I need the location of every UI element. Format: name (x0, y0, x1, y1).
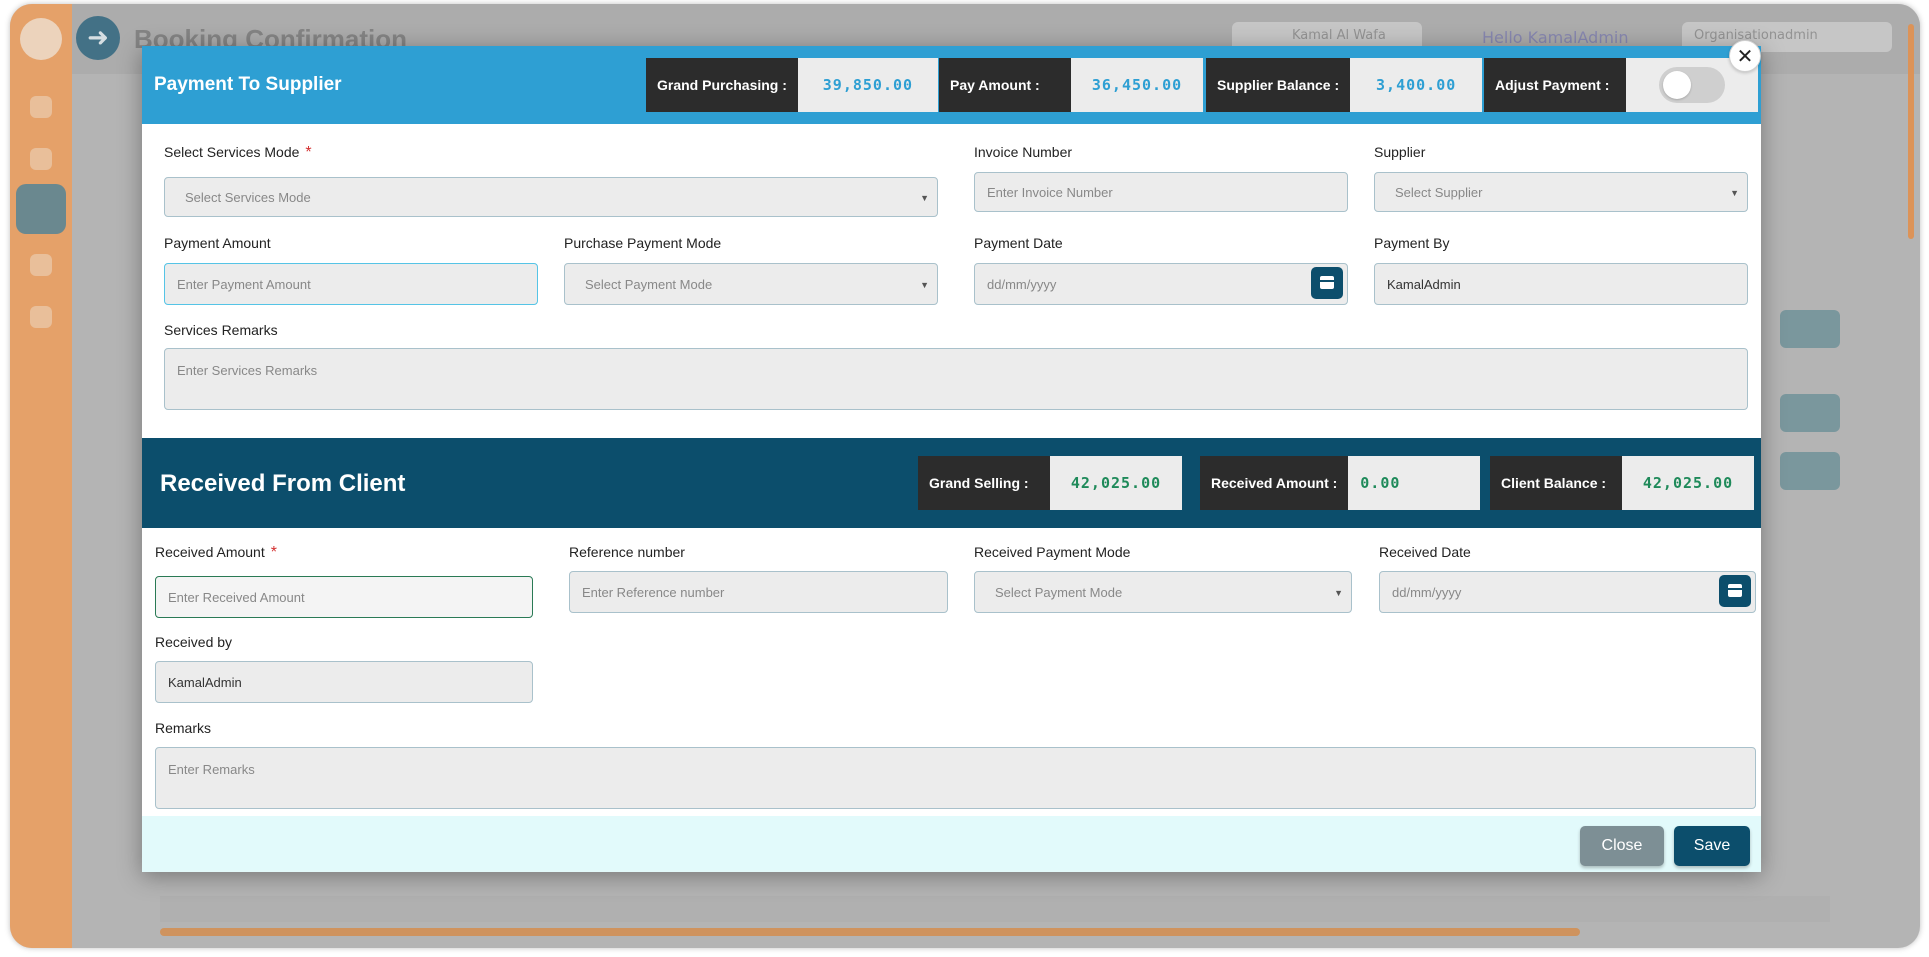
payment-by-input[interactable]: KamalAdmin (1374, 263, 1748, 305)
remarks-placeholder: Enter Remarks (168, 762, 255, 777)
received-by-value: KamalAdmin (168, 674, 242, 690)
grand-purchasing-value: 39,850.00 (797, 58, 938, 112)
reference-placeholder: Enter Reference number (582, 584, 725, 600)
payment-date-label: Payment Date (974, 235, 1063, 251)
invoice-label: Invoice Number (974, 144, 1073, 160)
calendar-icon[interactable] (1719, 575, 1751, 607)
received-mode-select[interactable]: Select Payment Mode ▼ (974, 571, 1352, 613)
client-section-header: Received From Client Grand Selling : 42,… (142, 438, 1761, 528)
pay-amount-stat: Pay Amount : 36,450.00 (939, 58, 1203, 112)
received-mode-placeholder: Select Payment Mode (995, 584, 1123, 600)
payment-date-input[interactable]: dd/mm/yyyy (974, 263, 1348, 305)
pay-amount-label: Pay Amount : (939, 58, 1071, 112)
supplier-balance-value: 3,400.00 (1350, 58, 1483, 112)
payment-amount-input[interactable]: Enter Payment Amount (164, 263, 538, 305)
payment-modal: Payment To Supplier Grand Purchasing : 3… (142, 46, 1761, 872)
grand-purchasing-label: Grand Purchasing : (646, 58, 798, 112)
invoice-placeholder: Enter Invoice Number (987, 184, 1113, 200)
received-mode-label: Received Payment Mode (974, 544, 1131, 560)
received-date-placeholder: dd/mm/yyyy (1392, 584, 1462, 600)
remarks-label: Remarks (155, 720, 212, 736)
close-button[interactable]: Close (1580, 826, 1664, 866)
supplier-placeholder: Select Supplier (1395, 184, 1483, 200)
toggle-knob (1663, 71, 1691, 99)
chevron-down-icon: ▼ (920, 193, 929, 203)
payment-date-placeholder: dd/mm/yyyy (987, 276, 1057, 292)
received-date-input[interactable]: dd/mm/yyyy (1379, 571, 1756, 613)
save-button[interactable]: Save (1674, 826, 1750, 866)
close-icon: ✕ (1736, 44, 1754, 68)
supplier-label: Supplier (1374, 144, 1426, 160)
modal-footer: Close Save (142, 816, 1761, 872)
purchase-mode-select[interactable]: Select Payment Mode ▼ (564, 263, 938, 305)
received-amount-input[interactable]: Enter Received Amount (155, 576, 533, 618)
reference-label: Reference number (569, 544, 685, 560)
payment-by-value: KamalAdmin (1387, 276, 1461, 292)
client-balance-label: Client Balance : (1490, 456, 1622, 510)
services-remarks-label: Services Remarks (164, 322, 278, 338)
modal-close-button[interactable]: ✕ (1729, 40, 1761, 72)
payment-amount-label: Payment Amount (164, 235, 271, 251)
required-asterisk: * (270, 544, 277, 561)
services-remarks-placeholder: Enter Services Remarks (177, 363, 318, 378)
services-mode-placeholder: Select Services Mode (185, 189, 311, 205)
supplier-balance-stat: Supplier Balance : 3,400.00 (1206, 58, 1483, 112)
received-amount-field-label: Received Amount * (155, 544, 277, 561)
grand-selling-stat: Grand Selling : 42,025.00 (918, 456, 1182, 510)
chevron-down-icon: ▼ (920, 280, 929, 290)
supplier-balance-label: Supplier Balance : (1206, 58, 1351, 112)
adjust-payment-toggle[interactable] (1659, 67, 1725, 103)
invoice-input[interactable]: Enter Invoice Number (974, 172, 1348, 212)
supplier-section-title: Payment To Supplier (154, 74, 342, 95)
services-mode-select[interactable]: Select Services Mode ▼ (164, 177, 938, 217)
services-remarks-textarea[interactable]: Enter Services Remarks (164, 348, 1748, 410)
supplier-select[interactable]: Select Supplier ▼ (1374, 172, 1748, 212)
adjust-payment-label: Adjust Payment : (1484, 58, 1626, 112)
chevron-down-icon: ▼ (1334, 588, 1343, 598)
received-amount-stat: Received Amount : 0.00 (1200, 456, 1481, 510)
adjust-payment-stat: Adjust Payment : (1484, 58, 1758, 112)
supplier-section-header: Payment To Supplier Grand Purchasing : 3… (142, 46, 1761, 124)
remarks-textarea[interactable]: Enter Remarks (155, 747, 1756, 809)
payment-amount-placeholder: Enter Payment Amount (177, 276, 311, 292)
received-date-label: Received Date (1379, 544, 1471, 560)
grand-selling-label: Grand Selling : (918, 456, 1050, 510)
reference-input[interactable]: Enter Reference number (569, 571, 948, 613)
purchase-mode-placeholder: Select Payment Mode (585, 276, 713, 292)
grand-purchasing-stat: Grand Purchasing : 39,850.00 (646, 58, 938, 112)
received-amount-label: Received Amount : (1200, 456, 1349, 510)
pay-amount-value: 36,450.00 (1071, 58, 1203, 112)
payment-by-label: Payment By (1374, 235, 1450, 251)
client-balance-value: 42,025.00 (1622, 456, 1754, 510)
calendar-icon[interactable] (1311, 267, 1343, 299)
purchase-mode-label: Purchase Payment Mode (564, 235, 722, 251)
client-section-title: Received From Client (160, 470, 406, 497)
received-by-label: Received by (155, 634, 233, 650)
grand-selling-value: 42,025.00 (1050, 456, 1182, 510)
received-amount-value: 0.00 (1348, 456, 1481, 510)
required-asterisk: * (305, 144, 312, 161)
client-balance-stat: Client Balance : 42,025.00 (1490, 456, 1754, 510)
chevron-down-icon: ▼ (1730, 188, 1739, 198)
received-by-input[interactable]: KamalAdmin (155, 661, 533, 703)
services-mode-label: Select Services Mode * (164, 144, 312, 161)
received-amount-placeholder: Enter Received Amount (168, 589, 305, 605)
